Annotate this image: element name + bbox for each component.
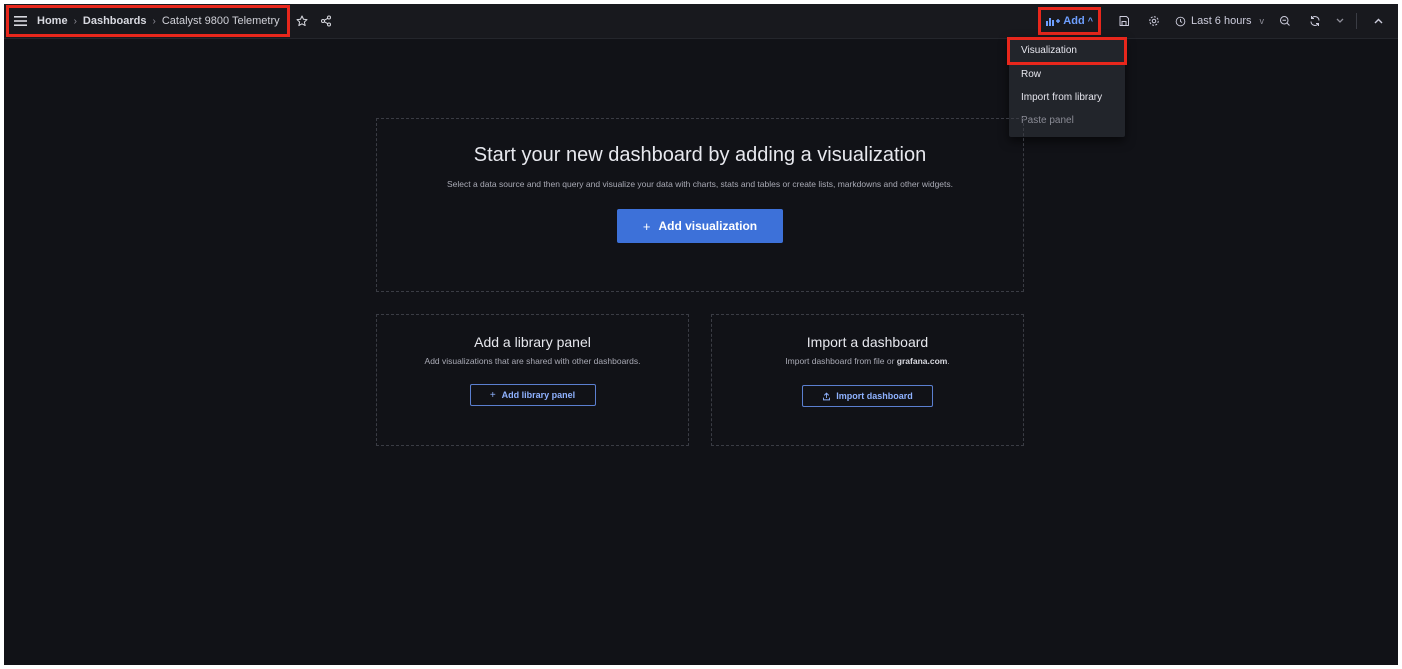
time-range-label: Last 6 hours xyxy=(1190,15,1252,27)
library-panel-card: Add a library panel Add visualizations t… xyxy=(376,314,689,446)
collapse-icon[interactable] xyxy=(1366,9,1390,33)
add-library-panel-label: Add library panel xyxy=(501,390,576,400)
import-dashboard-title: Import a dashboard xyxy=(806,334,929,350)
import-dashboard-button[interactable]: Import dashboard xyxy=(802,385,933,407)
chevron-down-icon[interactable] xyxy=(1333,9,1347,33)
add-visualization-button[interactable]: + Add visualization xyxy=(617,209,783,243)
breadcrumb: Home › Dashboards › Catalyst 9800 Teleme… xyxy=(6,5,290,37)
add-library-panel-button[interactable]: + Add library panel xyxy=(469,384,596,406)
plus-icon: + xyxy=(489,389,496,401)
empty-dashboard-panel: Start your new dashboard by adding a vis… xyxy=(376,118,1024,292)
add-button[interactable]: Add ^ xyxy=(1038,7,1101,35)
library-panel-title: Add a library panel xyxy=(474,334,591,350)
refresh-icon[interactable] xyxy=(1303,9,1327,33)
plus-icon: + xyxy=(642,218,651,234)
settings-icon[interactable] xyxy=(1142,9,1166,33)
share-icon[interactable] xyxy=(316,11,336,31)
menu-icon[interactable] xyxy=(14,16,27,26)
breadcrumb-current: Catalyst 9800 Telemetry xyxy=(161,15,280,27)
add-menu-visualization[interactable]: Visualization xyxy=(1007,37,1127,65)
chevron-down-icon: v xyxy=(1259,16,1265,26)
import-description-suffix: . xyxy=(947,356,950,366)
chevron-right-icon: › xyxy=(152,15,156,27)
import-dashboard-description: Import dashboard from file or grafana.co… xyxy=(728,354,1008,369)
import-description-text: Import dashboard from file or xyxy=(785,356,897,366)
breadcrumb-dashboards[interactable]: Dashboards xyxy=(83,15,147,27)
empty-state-title: Start your new dashboard by adding a vis… xyxy=(473,144,927,166)
add-menu-row[interactable]: Row xyxy=(1009,63,1125,86)
top-navbar: Home › Dashboards › Catalyst 9800 Teleme… xyxy=(4,4,1398,39)
add-menu: Visualization Row Import from library Pa… xyxy=(1007,37,1127,137)
grafana-com-link[interactable]: grafana.com xyxy=(897,356,948,366)
toolbar-divider xyxy=(1356,13,1357,29)
breadcrumb-home[interactable]: Home xyxy=(37,15,68,27)
import-dashboard-card: Import a dashboard Import dashboard from… xyxy=(711,314,1024,446)
library-panel-description: Add visualizations that are shared with … xyxy=(424,356,641,366)
add-button-label: Add xyxy=(1063,15,1085,27)
navbar-right: Add ^ Last 6 hours v xyxy=(1038,7,1398,35)
add-menu-import-from-library[interactable]: Import from library xyxy=(1009,86,1125,109)
add-visualization-label: Add visualization xyxy=(658,219,758,233)
zoom-out-icon[interactable] xyxy=(1273,9,1297,33)
empty-state-description: Select a data source and then query and … xyxy=(446,179,954,189)
star-icon[interactable] xyxy=(292,11,312,31)
upload-icon xyxy=(823,391,831,400)
import-dashboard-label: Import dashboard xyxy=(836,391,913,401)
add-menu-paste-panel: Paste panel xyxy=(1021,115,1074,126)
navbar-left: Home › Dashboards › Catalyst 9800 Teleme… xyxy=(6,5,336,37)
clock-icon xyxy=(1175,16,1186,26)
chevron-up-icon: ^ xyxy=(1087,16,1093,26)
grafana-app: Home › Dashboards › Catalyst 9800 Teleme… xyxy=(4,4,1398,665)
add-panel-icon xyxy=(1046,18,1061,26)
chevron-right-icon: › xyxy=(73,15,77,27)
save-icon[interactable] xyxy=(1112,9,1136,33)
time-range-picker[interactable]: Last 6 hours v xyxy=(1175,15,1264,27)
